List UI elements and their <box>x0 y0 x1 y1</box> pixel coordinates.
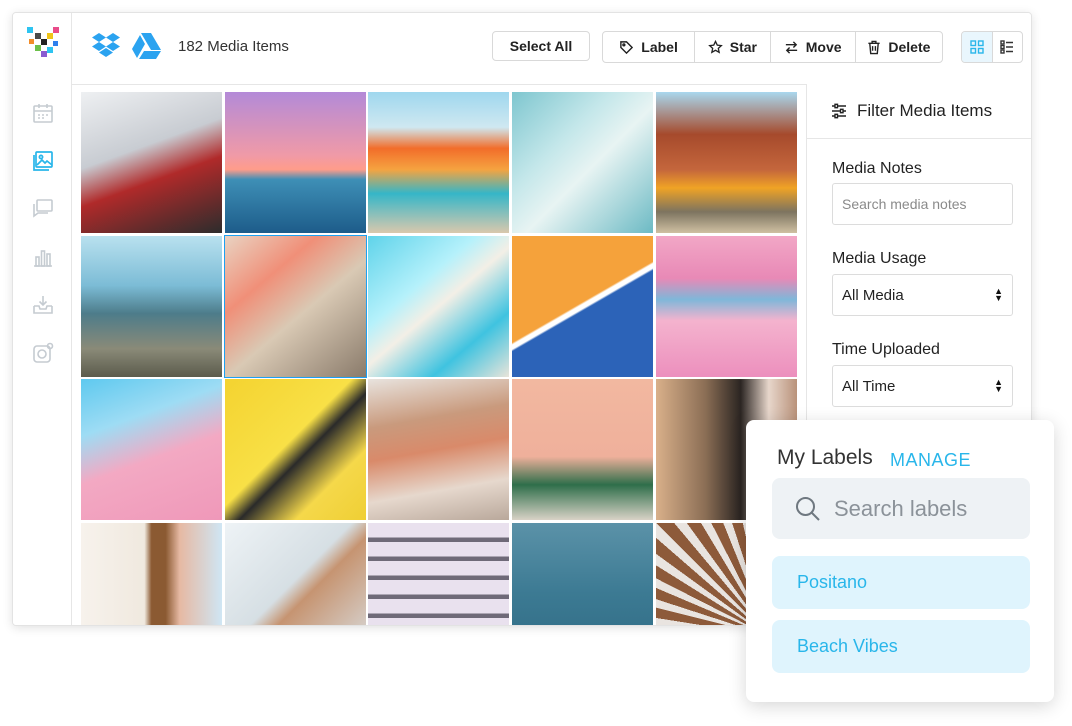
media-thumbnail[interactable] <box>368 523 509 625</box>
media-usage-select[interactable]: All Media ▲ ▼ <box>832 274 1013 316</box>
star-button-text: Star <box>729 39 757 55</box>
delete-button[interactable]: Delete <box>856 32 942 62</box>
bulk-actions-group: Label Star Move Delete <box>602 31 943 63</box>
comments-icon[interactable] <box>31 197 55 221</box>
inbox-download-icon[interactable] <box>31 293 55 317</box>
label-search-input[interactable] <box>832 494 1026 523</box>
media-thumbnail[interactable] <box>81 523 222 625</box>
app-logo <box>27 27 59 57</box>
move-button-text: Move <box>805 39 842 55</box>
tag-icon <box>620 40 634 54</box>
media-thumbnail[interactable] <box>368 236 509 377</box>
label-item-positano[interactable]: Positano <box>772 556 1030 609</box>
instagram-icon[interactable] <box>31 341 55 365</box>
sidebar <box>13 13 72 625</box>
media-notes-label: Media Notes <box>832 160 922 177</box>
media-thumbnail[interactable] <box>656 236 797 377</box>
move-arrows-icon <box>785 40 797 54</box>
media-thumbnail[interactable] <box>225 92 366 233</box>
media-thumbnail[interactable] <box>81 379 222 520</box>
media-notes-input[interactable] <box>832 183 1013 225</box>
media-usage-value: All Media <box>842 286 904 304</box>
star-icon <box>707 39 723 54</box>
list-view-button[interactable] <box>991 32 1023 62</box>
search-icon <box>796 496 820 521</box>
view-toggle <box>961 31 1023 63</box>
grid-view-button[interactable] <box>962 32 992 62</box>
grid-view-icon <box>970 40 984 54</box>
calendar-icon[interactable] <box>31 101 55 125</box>
time-uploaded-label: Time Uploaded <box>832 341 940 358</box>
media-thumbnail[interactable] <box>225 379 366 520</box>
list-view-icon <box>1000 40 1014 54</box>
media-thumbnail[interactable] <box>512 379 653 520</box>
media-thumbnail[interactable] <box>81 236 222 377</box>
label-button[interactable]: Label <box>603 32 696 62</box>
media-thumbnail[interactable] <box>81 92 222 233</box>
time-uploaded-value: All Time <box>842 377 896 395</box>
my-labels-panel: My Labels MANAGE Positano Beach Vibes <box>746 420 1054 702</box>
analytics-icon[interactable] <box>31 245 55 269</box>
media-thumbnail[interactable] <box>656 92 797 233</box>
delete-button-text: Delete <box>888 39 931 55</box>
filter-title: Filter Media Items <box>857 101 993 120</box>
select-arrows-icon: ▲ ▼ <box>994 286 1003 303</box>
filter-header: Filter Media Items <box>807 84 1031 139</box>
media-thumbnail[interactable] <box>224 235 367 378</box>
move-button[interactable]: Move <box>771 32 856 62</box>
toolbar: 182 Media Items Select All Label Star Mo… <box>72 13 1031 85</box>
media-grid <box>81 92 799 625</box>
media-thumbnail[interactable] <box>512 523 653 625</box>
media-count: 182 Media Items <box>178 38 289 55</box>
manage-labels-link[interactable]: MANAGE <box>890 450 971 471</box>
label-search-box <box>772 478 1030 539</box>
star-button[interactable]: Star <box>695 32 771 62</box>
google-drive-icon[interactable] <box>131 32 161 60</box>
select-all-button[interactable]: Select All <box>492 31 590 61</box>
media-thumbnail[interactable] <box>225 523 366 625</box>
media-library-icon[interactable] <box>31 149 55 173</box>
my-labels-title: My Labels <box>777 446 873 469</box>
media-thumbnail[interactable] <box>512 236 653 377</box>
media-usage-label: Media Usage <box>832 250 927 267</box>
media-thumbnail[interactable] <box>368 92 509 233</box>
select-arrows-icon: ▲ ▼ <box>994 377 1003 394</box>
sliders-icon <box>832 103 846 119</box>
time-uploaded-select[interactable]: All Time ▲ ▼ <box>832 365 1013 407</box>
dropbox-icon[interactable] <box>91 32 121 60</box>
label-button-text: Label <box>641 39 678 55</box>
label-item-beach-vibes[interactable]: Beach Vibes <box>772 620 1030 673</box>
trash-icon <box>868 40 880 54</box>
media-thumbnail[interactable] <box>368 379 509 520</box>
media-thumbnail[interactable] <box>512 92 653 233</box>
